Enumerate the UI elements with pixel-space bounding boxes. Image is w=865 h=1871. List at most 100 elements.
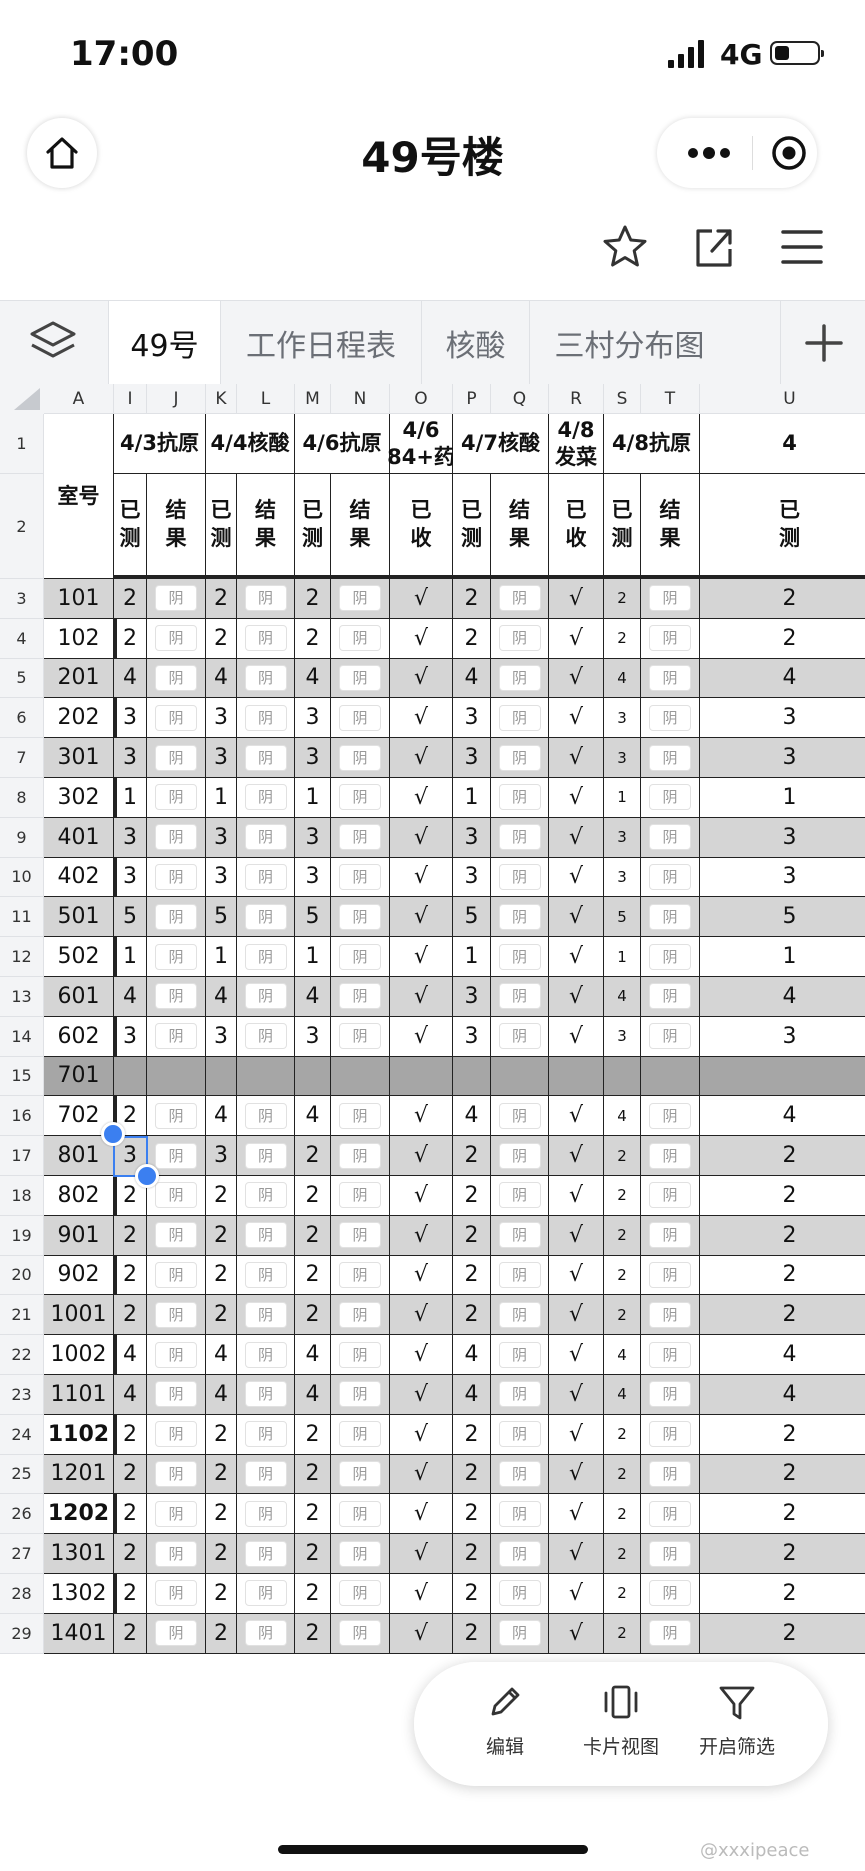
table-cell[interactable]: √	[390, 1375, 453, 1415]
table-cell[interactable]: 2	[604, 1574, 641, 1614]
table-cell[interactable]: 阴	[237, 1016, 295, 1057]
column-header[interactable]: R	[549, 384, 604, 414]
table-cell[interactable]: 阴	[331, 618, 390, 659]
table-cell[interactable]: 4	[453, 1375, 491, 1415]
table-cell[interactable]: 2	[453, 1534, 491, 1574]
table-cell[interactable]: 阴	[147, 1335, 206, 1375]
table-cell[interactable]: 阴	[331, 698, 390, 739]
table-cell[interactable]: 2	[604, 1494, 641, 1535]
table-cell[interactable]: 阴	[237, 658, 295, 699]
table-cell[interactable]: √	[390, 778, 453, 818]
table-cell[interactable]: 2	[295, 1494, 331, 1535]
table-cell[interactable]: 阴	[331, 897, 390, 938]
table-cell[interactable]: 阴	[147, 1494, 206, 1535]
table-cell[interactable]: 2	[604, 1215, 641, 1256]
column-header[interactable]: U	[700, 384, 865, 414]
table-cell[interactable]: 2	[700, 1454, 865, 1495]
table-cell[interactable]: 阴	[147, 1016, 206, 1057]
room-cell[interactable]: 402	[44, 857, 117, 898]
table-cell[interactable]: 阴	[331, 1335, 390, 1375]
table-cell[interactable]: 阴	[641, 658, 700, 699]
table-cell[interactable]: 阴	[147, 698, 206, 739]
column-header[interactable]: Q	[491, 384, 549, 414]
table-cell[interactable]: 阴	[491, 1574, 549, 1614]
table-cell[interactable]: 阴	[147, 1215, 206, 1256]
table-cell[interactable]: 4	[114, 977, 147, 1017]
table-cell[interactable]: 阴	[491, 1255, 549, 1296]
table-cell[interactable]: 3	[453, 1016, 491, 1057]
table-cell[interactable]: 2	[604, 1255, 641, 1296]
table-cell[interactable]: 阴	[147, 658, 206, 699]
room-cell[interactable]: 901	[44, 1215, 117, 1256]
table-cell[interactable]: 2	[604, 1176, 641, 1216]
table-cell[interactable]: 阴	[237, 778, 295, 818]
row-header[interactable]: 15	[0, 1056, 44, 1097]
table-cell[interactable]: 2	[295, 1454, 331, 1495]
table-cell[interactable]: 4	[604, 1375, 641, 1415]
table-cell[interactable]: √	[390, 738, 453, 778]
row-header[interactable]: 20	[0, 1255, 44, 1296]
table-cell[interactable]: 2	[604, 1534, 641, 1574]
row-header[interactable]: 5	[0, 658, 44, 699]
room-cell[interactable]: 501	[44, 897, 117, 938]
room-cell[interactable]: 902	[44, 1255, 117, 1296]
table-cell[interactable]: √	[549, 1375, 604, 1415]
row-header[interactable]: 18	[0, 1176, 44, 1216]
room-cell[interactable]: 1101	[44, 1375, 117, 1415]
table-cell[interactable]: 阴	[641, 1215, 700, 1256]
table-cell[interactable]: 2	[604, 1295, 641, 1336]
table-cell[interactable]: 2	[295, 1574, 331, 1614]
row-header[interactable]: 3	[0, 579, 44, 619]
table-cell[interactable]: 2	[700, 619, 865, 659]
table-cell[interactable]: 2	[206, 1574, 237, 1614]
menu-icon[interactable]	[778, 223, 826, 271]
table-cell[interactable]: 2	[700, 1176, 865, 1216]
table-cell[interactable]: √	[390, 579, 453, 619]
table-cell[interactable]: 阴	[491, 698, 549, 739]
table-cell[interactable]: 阴	[641, 1136, 700, 1176]
table-cell[interactable]: 2	[453, 1215, 491, 1256]
table-cell[interactable]: 阴	[237, 937, 295, 977]
table-cell[interactable]: 3	[206, 1136, 237, 1176]
room-cell[interactable]: 201	[44, 658, 117, 699]
table-cell[interactable]: 阴	[331, 1613, 390, 1654]
selection-handle-end[interactable]	[135, 1164, 159, 1188]
table-cell[interactable]: 阴	[641, 937, 700, 977]
table-cell[interactable]: √	[549, 1215, 604, 1256]
table-cell[interactable]: 2	[114, 1414, 147, 1455]
table-cell[interactable]: 阴	[147, 1534, 206, 1574]
table-cell[interactable]: 阴	[641, 1096, 700, 1137]
table-cell[interactable]: 4	[700, 1335, 865, 1375]
table-cell[interactable]: 2	[604, 1414, 641, 1455]
select-all-corner[interactable]	[0, 384, 45, 415]
table-cell[interactable]: 5	[604, 897, 641, 938]
table-cell[interactable]: 2	[453, 1136, 491, 1176]
table-cell[interactable]: 3	[604, 698, 641, 739]
room-cell[interactable]: 1302	[44, 1574, 117, 1614]
table-cell[interactable]: 2	[114, 579, 147, 619]
table-cell[interactable]: 3	[700, 1017, 865, 1057]
column-header[interactable]: N	[331, 384, 390, 414]
table-cell[interactable]: 阴	[331, 658, 390, 699]
table-cell[interactable]: 3	[453, 977, 491, 1017]
table-cell[interactable]: 阴	[237, 738, 295, 778]
table-cell[interactable]: 阴	[147, 1375, 206, 1415]
table-cell[interactable]: √	[549, 1574, 604, 1614]
table-cell[interactable]: 5	[453, 897, 491, 938]
table-cell[interactable]: 阴	[491, 1096, 549, 1137]
column-header[interactable]: J	[147, 384, 206, 414]
table-cell[interactable]: 2	[604, 1454, 641, 1495]
table-cell[interactable]: 阴	[491, 1136, 549, 1176]
table-cell[interactable]: 阴	[147, 857, 206, 898]
room-cell[interactable]: 1401	[44, 1613, 117, 1654]
table-cell[interactable]: 阴	[491, 579, 549, 619]
table-cell[interactable]: 3	[206, 857, 237, 898]
table-cell[interactable]: 2	[700, 1494, 865, 1535]
table-cell[interactable]: 2	[604, 579, 641, 619]
table-cell[interactable]: 3	[295, 1016, 331, 1057]
room-cell[interactable]: 1001	[44, 1295, 117, 1336]
table-cell[interactable]: 阴	[147, 738, 206, 778]
table-cell[interactable]: 阴	[331, 1215, 390, 1256]
table-cell[interactable]: 阴	[237, 579, 295, 619]
table-cell[interactable]	[206, 1056, 237, 1097]
